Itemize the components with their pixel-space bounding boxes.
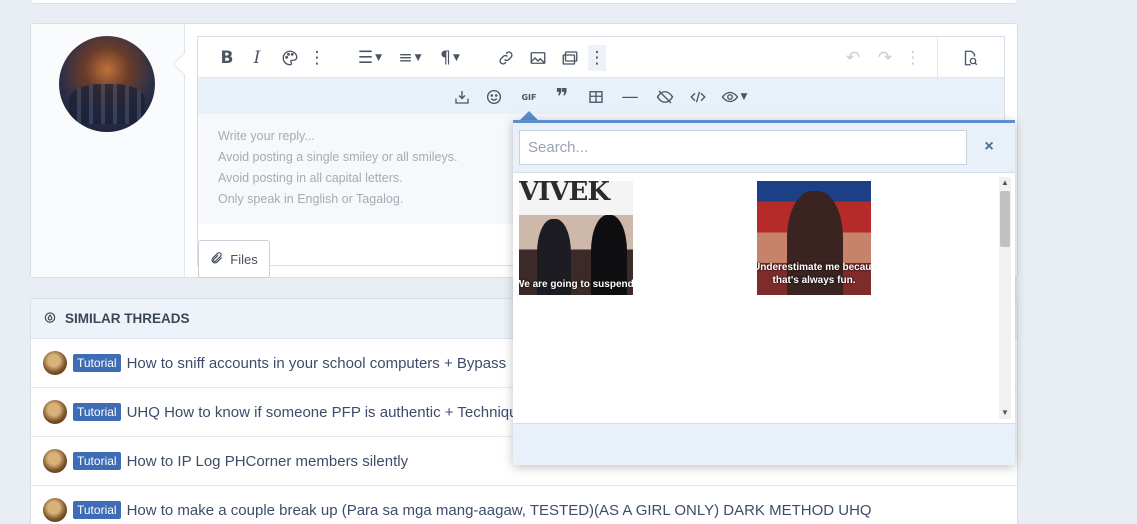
- gif-result[interactable]: VIVEK We are going to suspend our presid…: [519, 181, 633, 295]
- gif-scrollbar[interactable]: ▲ ▼: [999, 177, 1011, 419]
- files-label: Files: [230, 251, 258, 267]
- avatar[interactable]: [43, 400, 67, 424]
- undo-icon[interactable]: ↶: [842, 45, 864, 71]
- gif-icon[interactable]: GIF: [516, 84, 542, 110]
- spoiler-icon[interactable]: [652, 84, 678, 110]
- toolbar-divider: [937, 37, 938, 78]
- thread-title[interactable]: How to IP Log PHCorner members silently: [127, 453, 409, 470]
- more-vertical-icon[interactable]: ⋮: [309, 45, 326, 71]
- editor-toolbar: B I ⋮ ☰ ▼ ≡ ▼ ¶ ▼ ⋮ ↶ ↷ ⋮: [198, 37, 1004, 78]
- emoji-icon[interactable]: [482, 84, 506, 110]
- fire-icon: [43, 310, 57, 327]
- attach-files-button[interactable]: Files: [198, 240, 270, 278]
- link-icon[interactable]: [494, 45, 518, 71]
- gif-overlay-text: VIVEK: [519, 181, 610, 207]
- code-icon[interactable]: [686, 84, 710, 110]
- quote-icon[interactable]: ❞: [550, 84, 574, 110]
- table-icon[interactable]: [584, 84, 608, 110]
- preview-icon[interactable]: [958, 45, 982, 71]
- popup-pointer: [520, 111, 538, 120]
- more-vertical-icon[interactable]: ⋮: [588, 45, 606, 71]
- gif-search-input[interactable]: [519, 130, 967, 165]
- align-icon[interactable]: ≡ ▼: [394, 45, 426, 71]
- prefix-tag[interactable]: Tutorial: [73, 452, 121, 470]
- avatar[interactable]: [43, 449, 67, 473]
- thread-row[interactable]: Tutorial How to make a couple break up (…: [31, 486, 1017, 524]
- gif-caption: Underestimate me because that's always f…: [757, 261, 871, 287]
- thread-title[interactable]: UHQ How to know if someone PFP is authen…: [127, 404, 526, 421]
- gif-picker-popup: × VIVEK We are going to suspend our pres…: [513, 120, 1015, 465]
- gif-search-bar: ×: [513, 123, 1015, 173]
- more-vertical-icon[interactable]: ⋮: [905, 45, 922, 71]
- thread-title[interactable]: How to sniff accounts in your school com…: [127, 355, 507, 372]
- view-icon[interactable]: ▼: [718, 84, 750, 110]
- section-title: SIMILAR THREADS: [65, 311, 190, 326]
- paragraph-icon[interactable]: ¶ ▼: [434, 45, 466, 71]
- redo-icon[interactable]: ↷: [874, 45, 896, 71]
- editor-toolbar-extra: GIF ❞ — ▼: [198, 78, 1004, 114]
- palette-icon[interactable]: [278, 45, 302, 71]
- prefix-tag[interactable]: Tutorial: [73, 354, 121, 372]
- prefix-tag[interactable]: Tutorial: [73, 501, 121, 519]
- drafts-icon[interactable]: [450, 84, 474, 110]
- media-icon[interactable]: [558, 45, 582, 71]
- prefix-tag[interactable]: Tutorial: [73, 403, 121, 421]
- scrollbar-thumb[interactable]: [1000, 191, 1010, 247]
- gif-caption: We are going to suspend our presidential…: [519, 279, 633, 290]
- previous-post-block: [30, 0, 1018, 4]
- gif-results: VIVEK We are going to suspend our presid…: [513, 173, 1015, 423]
- bold-icon[interactable]: B: [216, 45, 238, 71]
- avatar-column: [31, 24, 185, 277]
- paperclip-icon: [210, 251, 224, 268]
- hr-icon[interactable]: —: [618, 84, 642, 110]
- image-icon[interactable]: [526, 45, 550, 71]
- thread-title[interactable]: How to make a couple break up (Para sa m…: [127, 502, 872, 519]
- avatar[interactable]: [59, 36, 155, 132]
- list-icon[interactable]: ☰ ▼: [354, 45, 386, 71]
- avatar[interactable]: [43, 351, 67, 375]
- gif-caption-line: Underestimate me because: [757, 262, 871, 273]
- close-icon[interactable]: ×: [979, 137, 999, 157]
- gif-result[interactable]: Underestimate me because that's always f…: [757, 181, 871, 295]
- gif-caption-line: that's always fun.: [772, 275, 856, 286]
- gif-picker-footer: [513, 423, 1015, 465]
- scroll-down-icon[interactable]: ▼: [999, 407, 1011, 419]
- scroll-up-icon[interactable]: ▲: [999, 177, 1011, 189]
- avatar[interactable]: [43, 498, 67, 522]
- italic-icon[interactable]: I: [246, 45, 268, 71]
